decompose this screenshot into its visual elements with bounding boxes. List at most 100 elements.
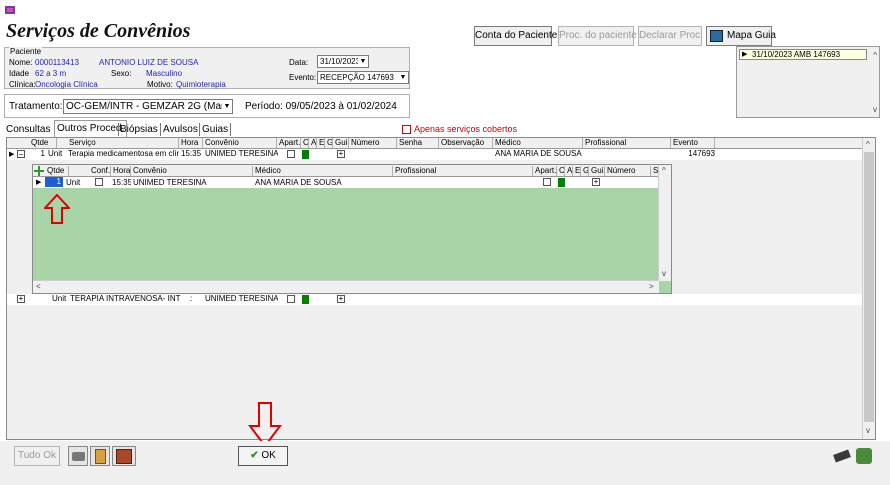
col-guia[interactable]: Guia xyxy=(589,166,605,176)
help-icon xyxy=(856,448,872,464)
col-e[interactable]: E xyxy=(317,138,325,148)
collapse-icon[interactable]: − xyxy=(17,150,25,159)
data-picker[interactable]: 31/10/2023 ▼ xyxy=(317,55,369,68)
detail-grid-vscroll[interactable]: ^ v xyxy=(658,165,671,281)
col-e[interactable]: E xyxy=(573,166,581,176)
apart-checkbox[interactable] xyxy=(287,150,295,158)
tab-outros-proced[interactable]: Outros Proced. xyxy=(54,120,128,137)
sexo-label: Sexo: xyxy=(111,69,132,78)
scroll-down-icon[interactable]: v xyxy=(866,426,870,435)
row-pointer-icon: ▶ xyxy=(36,179,42,186)
only-covered-checkbox[interactable] xyxy=(402,125,411,134)
col-senha[interactable]: Senha xyxy=(397,138,439,148)
tab-separator xyxy=(160,123,161,136)
only-covered-option[interactable]: Apenas serviços cobertos xyxy=(402,124,517,134)
scroll-down-icon[interactable]: v xyxy=(662,269,666,278)
tab-biopsias[interactable]: Biópsias xyxy=(120,122,158,137)
chevron-down-icon[interactable]: ▼ xyxy=(358,56,368,67)
clipboard-button[interactable] xyxy=(90,446,110,466)
col-medico[interactable]: Médico xyxy=(493,138,583,148)
tab-consultas[interactable]: Consultas xyxy=(6,122,50,137)
col-apart[interactable]: Apart. xyxy=(533,166,557,176)
scroll-up-icon[interactable]: ^ xyxy=(662,166,666,175)
conf-checkbox[interactable] xyxy=(95,178,103,186)
col-a[interactable]: A xyxy=(565,166,573,176)
tab-guias[interactable]: Guias xyxy=(202,122,228,137)
col-observacao[interactable]: Observação xyxy=(439,138,493,148)
scroll-down-icon[interactable]: v xyxy=(873,105,877,114)
event-list-item[interactable]: ▶ 31/10/2023 AMB 147693 xyxy=(739,49,867,60)
scroll-left-icon[interactable]: < xyxy=(36,282,41,291)
expand-icon[interactable]: + xyxy=(337,150,345,158)
edit-button[interactable] xyxy=(832,446,852,466)
col-c[interactable]: C xyxy=(301,138,309,148)
treatment-select[interactable]: OC-GEM/INTR - GEMZAR 2G (Manutençã ▼ xyxy=(63,99,233,114)
ok-button[interactable]: ✔ OK xyxy=(238,446,288,466)
app-icon xyxy=(4,4,16,16)
tab-separator xyxy=(230,123,231,136)
chevron-down-icon[interactable]: ▼ xyxy=(222,100,232,113)
tab-separator xyxy=(118,123,119,136)
expand-icon[interactable]: + xyxy=(17,295,25,303)
scroll-up-icon[interactable]: ^ xyxy=(866,140,870,149)
apart-checkbox[interactable] xyxy=(543,178,551,186)
patient-legend: Paciente xyxy=(9,47,43,56)
help-button[interactable] xyxy=(854,446,876,466)
evento-select[interactable]: RECEPÇÃO 147693 ▼ xyxy=(317,71,409,84)
col-medico[interactable]: Médico xyxy=(253,166,393,176)
col-hora[interactable]: Hora xyxy=(179,138,203,148)
col-servico[interactable]: Serviço xyxy=(67,138,179,148)
col-qtde[interactable]: Qtde xyxy=(45,166,69,176)
col-guia[interactable]: Guia xyxy=(333,138,349,148)
event-list-panel: ▶ 31/10/2023 AMB 147693 ^ v xyxy=(736,46,880,118)
col-qtde[interactable]: Qtde xyxy=(29,138,57,148)
conta-paciente-button[interactable]: Conta do Paciente xyxy=(474,26,557,46)
col-hora[interactable]: Hora xyxy=(111,166,131,176)
scroll-up-icon[interactable]: ^ xyxy=(873,51,877,60)
apart-checkbox[interactable] xyxy=(287,295,295,303)
treatment-panel: Tratamento: OC-GEM/INTR - GEMZAR 2G (Man… xyxy=(4,94,410,118)
col-g[interactable]: G xyxy=(581,166,589,176)
exit-button[interactable] xyxy=(112,446,136,466)
evento-value: RECEPÇÃO 147693 xyxy=(320,73,394,82)
proc-paciente-button[interactable]: Proc. do paciente xyxy=(558,26,637,46)
scroll-thumb[interactable] xyxy=(864,152,874,422)
checkmark-icon: ✔ xyxy=(250,450,259,461)
col-apart[interactable]: Apart. xyxy=(277,138,301,148)
table-row[interactable]: + Unit TERAPIA INTRAVENOSA- INTRODI : UN… xyxy=(7,294,863,305)
row-medico: ANA MARIA DE SOUSA xyxy=(255,178,342,187)
col-numero[interactable]: Número xyxy=(349,138,397,148)
col-profissional[interactable]: Profissional xyxy=(583,138,671,148)
scroll-right-icon[interactable]: > xyxy=(649,282,654,291)
tudo-ok-button[interactable]: Tudo Ok xyxy=(14,446,60,466)
services-grid-vscroll[interactable]: ^ v xyxy=(862,138,875,439)
col-convenio[interactable]: Convênio xyxy=(203,138,277,148)
row-convenio: UNIMED TERESINA xyxy=(205,149,278,158)
service-detail-header: Qtde Conf. Hora Convênio Médico Profissi… xyxy=(33,165,659,177)
tab-avulsos[interactable]: Avulsos xyxy=(163,122,198,137)
table-row[interactable]: ▶ 1 Unit 15:35 UNIMED TERESINA ANA MARIA… xyxy=(33,177,659,188)
chevron-down-icon[interactable]: ▼ xyxy=(398,72,408,83)
add-row-icon[interactable] xyxy=(34,166,44,176)
print-button[interactable] xyxy=(68,446,88,466)
col-numero[interactable]: Número xyxy=(605,166,651,176)
detail-grid-hscroll[interactable]: < > xyxy=(33,280,659,293)
col-a[interactable]: A xyxy=(309,138,317,148)
patient-clinic: Oncologia Clínica xyxy=(35,80,98,89)
col-g[interactable]: G xyxy=(325,138,333,148)
declarar-proc-button[interactable]: Declarar Proc. xyxy=(638,26,703,46)
qtde-input[interactable]: 1 xyxy=(45,177,63,187)
col-c[interactable]: C xyxy=(557,166,565,176)
mapa-guia-button[interactable]: Mapa Guia xyxy=(706,26,776,46)
expand-icon[interactable]: + xyxy=(337,295,345,303)
table-row[interactable]: ▶ − 1 Unit Terapia medicamentosa em clín… xyxy=(7,149,863,160)
services-grid-header: Qtde Serviço Hora Convênio Apart. C A E … xyxy=(7,138,863,149)
status-green-icon xyxy=(302,150,309,159)
col-profissional[interactable]: Profissional xyxy=(393,166,533,176)
col-convenio[interactable]: Convênio xyxy=(131,166,253,176)
clipboard-icon xyxy=(95,449,106,464)
col-evento[interactable]: Evento xyxy=(671,138,715,148)
expand-icon[interactable]: + xyxy=(592,178,600,186)
col-conf[interactable]: Conf. xyxy=(89,166,111,176)
row-qtde: 1 xyxy=(40,149,45,158)
